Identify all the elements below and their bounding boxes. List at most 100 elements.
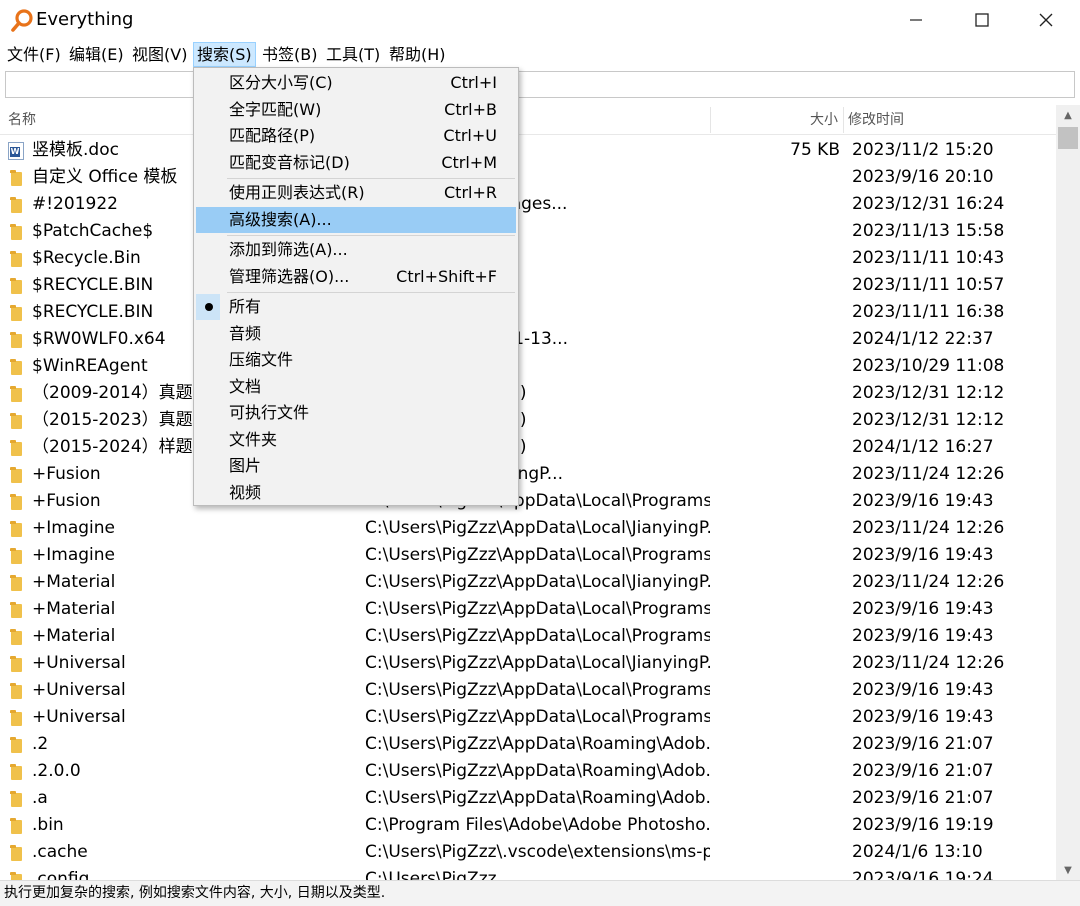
file-size: [760, 434, 840, 461]
table-row[interactable]: $RW0WLF0.x64-5-21-3379003071-13...2024/1…: [0, 326, 1056, 353]
menu-item[interactable]: 视频: [196, 480, 516, 506]
search-input[interactable]: [5, 71, 1075, 98]
table-row[interactable]: +Imagine C:\Users\PigZzz\AppData\Local\Pr…: [0, 542, 1056, 569]
table-row[interactable]: （2015-2023）真题NECCS大英竞赛（C)2023/12/31 12:1…: [0, 407, 1056, 434]
file-modified-date: 2023/9/16 19:43: [852, 626, 994, 646]
menu-item[interactable]: 所有: [196, 294, 516, 320]
file-modified-date: 2023/9/16 21:07: [852, 761, 994, 781]
menu-help[interactable]: 帮助(H): [386, 42, 449, 67]
close-button[interactable]: [1014, 0, 1078, 40]
table-row[interactable]: W 竖模板.doc 75 KB 2023/11/2 15:20: [0, 137, 1056, 164]
menu-item-label: 压缩文件: [229, 350, 294, 369]
menu-view[interactable]: 视图(V): [129, 42, 190, 67]
menu-item[interactable]: 管理筛选器(O)... Ctrl+Shift+F: [196, 264, 516, 290]
menu-item-label: 可执行文件: [229, 403, 310, 422]
file-modified-date: 2023/10/29 11:08: [852, 356, 1005, 376]
table-row[interactable]: .2 C:\Users\PigZzz\AppData\Roaming\Adob..…: [0, 731, 1056, 758]
folder-icon: [8, 411, 26, 430]
column-divider[interactable]: [710, 107, 711, 133]
table-row[interactable]: $RECYCLE.BIN 2023/11/11 10:57: [0, 272, 1056, 299]
file-name: .bin: [32, 815, 64, 835]
menu-file[interactable]: 文件(F): [4, 42, 64, 67]
menu-item[interactable]: 图片: [196, 453, 516, 479]
file-size: [760, 785, 840, 812]
folder-icon: [8, 843, 26, 862]
table-row[interactable]: .config C:\Users\PigZzz 2023/9/16 19:24: [0, 866, 1056, 880]
file-modified-date: 2023/12/31 12:12: [852, 410, 1005, 430]
table-row[interactable]: +Imagine C:\Users\PigZzz\AppData\Local\Ji…: [0, 515, 1056, 542]
table-row[interactable]: $Recycle.Bin 2023/11/11 10:43: [0, 245, 1056, 272]
column-header-name[interactable]: 名称: [8, 105, 36, 135]
table-row[interactable]: +Fusion C:\Users\PigZzz\AppData\Local\Pro…: [0, 488, 1056, 515]
file-path: C:\Users\PigZzz\AppData\Local\Programs..…: [365, 680, 710, 700]
file-size: [760, 731, 840, 758]
scrollbar-thumb[interactable]: [1058, 127, 1078, 149]
menu-item[interactable]: 高级搜索(A)...: [196, 206, 516, 233]
menu-item-label: 管理筛选器(O)...: [229, 266, 350, 286]
table-row[interactable]: .cache C:\Users\PigZzz\.vscode\extensions…: [0, 839, 1056, 866]
table-row[interactable]: $WinREAgent 2023/10/29 11:08: [0, 353, 1056, 380]
menu-item[interactable]: 全字匹配(W) Ctrl+B: [196, 97, 516, 123]
table-row[interactable]: #!201922pData\Local\Packages...2023/12/3…: [0, 191, 1056, 218]
file-modified-date: 2023/12/31 16:24: [852, 194, 1005, 214]
menu-item[interactable]: 文档: [196, 374, 516, 400]
menu-item-label: 所有: [229, 297, 262, 316]
folder-icon: [8, 600, 26, 619]
menu-edit[interactable]: 编辑(E): [66, 42, 127, 67]
file-name: +Imagine: [32, 545, 115, 565]
file-size: [760, 461, 840, 488]
folder-icon: [8, 303, 26, 322]
menu-item-shortcut: Ctrl+B: [444, 99, 497, 119]
file-size: [760, 245, 840, 272]
maximize-button[interactable]: [950, 0, 1014, 40]
table-row[interactable]: +FusionpData\Local\JianyingP...2023/11/2…: [0, 461, 1056, 488]
menu-item[interactable]: 文件夹: [196, 427, 516, 453]
word-doc-icon: W: [8, 141, 26, 160]
table-row[interactable]: +Material C:\Users\PigZzz\AppData\Local\J…: [0, 569, 1056, 596]
column-header-modified[interactable]: 修改时间: [848, 105, 904, 135]
column-header-size[interactable]: 大小: [810, 105, 838, 135]
close-icon: [1039, 13, 1053, 27]
table-row[interactable]: $PatchCache$er2023/11/13 15:58: [0, 218, 1056, 245]
column-divider[interactable]: [843, 107, 844, 133]
table-row[interactable]: .bin C:\Program Files\Adobe\Adobe Photosh…: [0, 812, 1056, 839]
menu-item[interactable]: 匹配路径(P) Ctrl+U: [196, 123, 516, 149]
file-size: [760, 515, 840, 542]
menu-item[interactable]: 区分大小写(C) Ctrl+I: [196, 70, 516, 96]
table-row[interactable]: 自定义 Office 模板cuments2023/9/16 20:10: [0, 164, 1056, 191]
menu-item-label: 文件夹: [229, 429, 278, 449]
file-size: [760, 488, 840, 515]
file-modified-date: 2023/11/11 10:57: [852, 275, 1005, 295]
menu-item[interactable]: 音频: [196, 321, 516, 347]
table-row[interactable]: +Universal C:\Users\PigZzz\AppData\Local\…: [0, 704, 1056, 731]
vertical-scrollbar[interactable]: ▲ ▼: [1056, 105, 1080, 880]
menu-item[interactable]: 添加到筛选(A)...: [196, 237, 516, 263]
table-row[interactable]: .a C:\Users\PigZzz\AppData\Roaming\Adob..…: [0, 785, 1056, 812]
folder-icon: [8, 762, 26, 781]
menu-item[interactable]: 压缩文件: [196, 347, 516, 373]
folder-icon: [8, 330, 26, 349]
file-size: [760, 353, 840, 380]
menu-item[interactable]: 可执行文件: [196, 400, 516, 426]
menu-item[interactable]: 匹配变音标记(D) Ctrl+M: [196, 150, 516, 176]
table-row[interactable]: +Material C:\Users\PigZzz\AppData\Local\P…: [0, 623, 1056, 650]
minimize-button[interactable]: [884, 0, 948, 40]
file-modified-date: 2023/9/16 19:24: [852, 869, 994, 880]
table-row[interactable]: +Universal C:\Users\PigZzz\AppData\Local\…: [0, 677, 1056, 704]
table-row[interactable]: （2009-2014）真题NECCS大英竞赛（C)2023/12/31 12:1…: [0, 380, 1056, 407]
table-row[interactable]: $RECYCLE.BIN 2023/11/11 16:38: [0, 299, 1056, 326]
file-size: [760, 218, 840, 245]
table-row[interactable]: +Material C:\Users\PigZzz\AppData\Local\P…: [0, 596, 1056, 623]
menu-search[interactable]: 搜索(S): [193, 42, 256, 67]
file-size: [760, 191, 840, 218]
table-row[interactable]: +Universal C:\Users\PigZzz\AppData\Local\…: [0, 650, 1056, 677]
scroll-up-icon[interactable]: ▲: [1056, 105, 1080, 125]
table-row[interactable]: .2.0.0 C:\Users\PigZzz\AppData\Roaming\Ad…: [0, 758, 1056, 785]
menu-bookmarks[interactable]: 书签(B): [259, 42, 320, 67]
file-modified-date: 2024/1/6 13:10: [852, 842, 983, 862]
scroll-down-icon[interactable]: ▼: [1056, 860, 1080, 880]
menu-tools[interactable]: 工具(T): [323, 42, 383, 67]
table-row[interactable]: （2015-2024）样题NECCS大英竞赛（C)2024/1/12 16:27: [0, 434, 1056, 461]
menu-item[interactable]: 使用正则表达式(R) Ctrl+R: [196, 180, 516, 206]
file-size: [760, 272, 840, 299]
